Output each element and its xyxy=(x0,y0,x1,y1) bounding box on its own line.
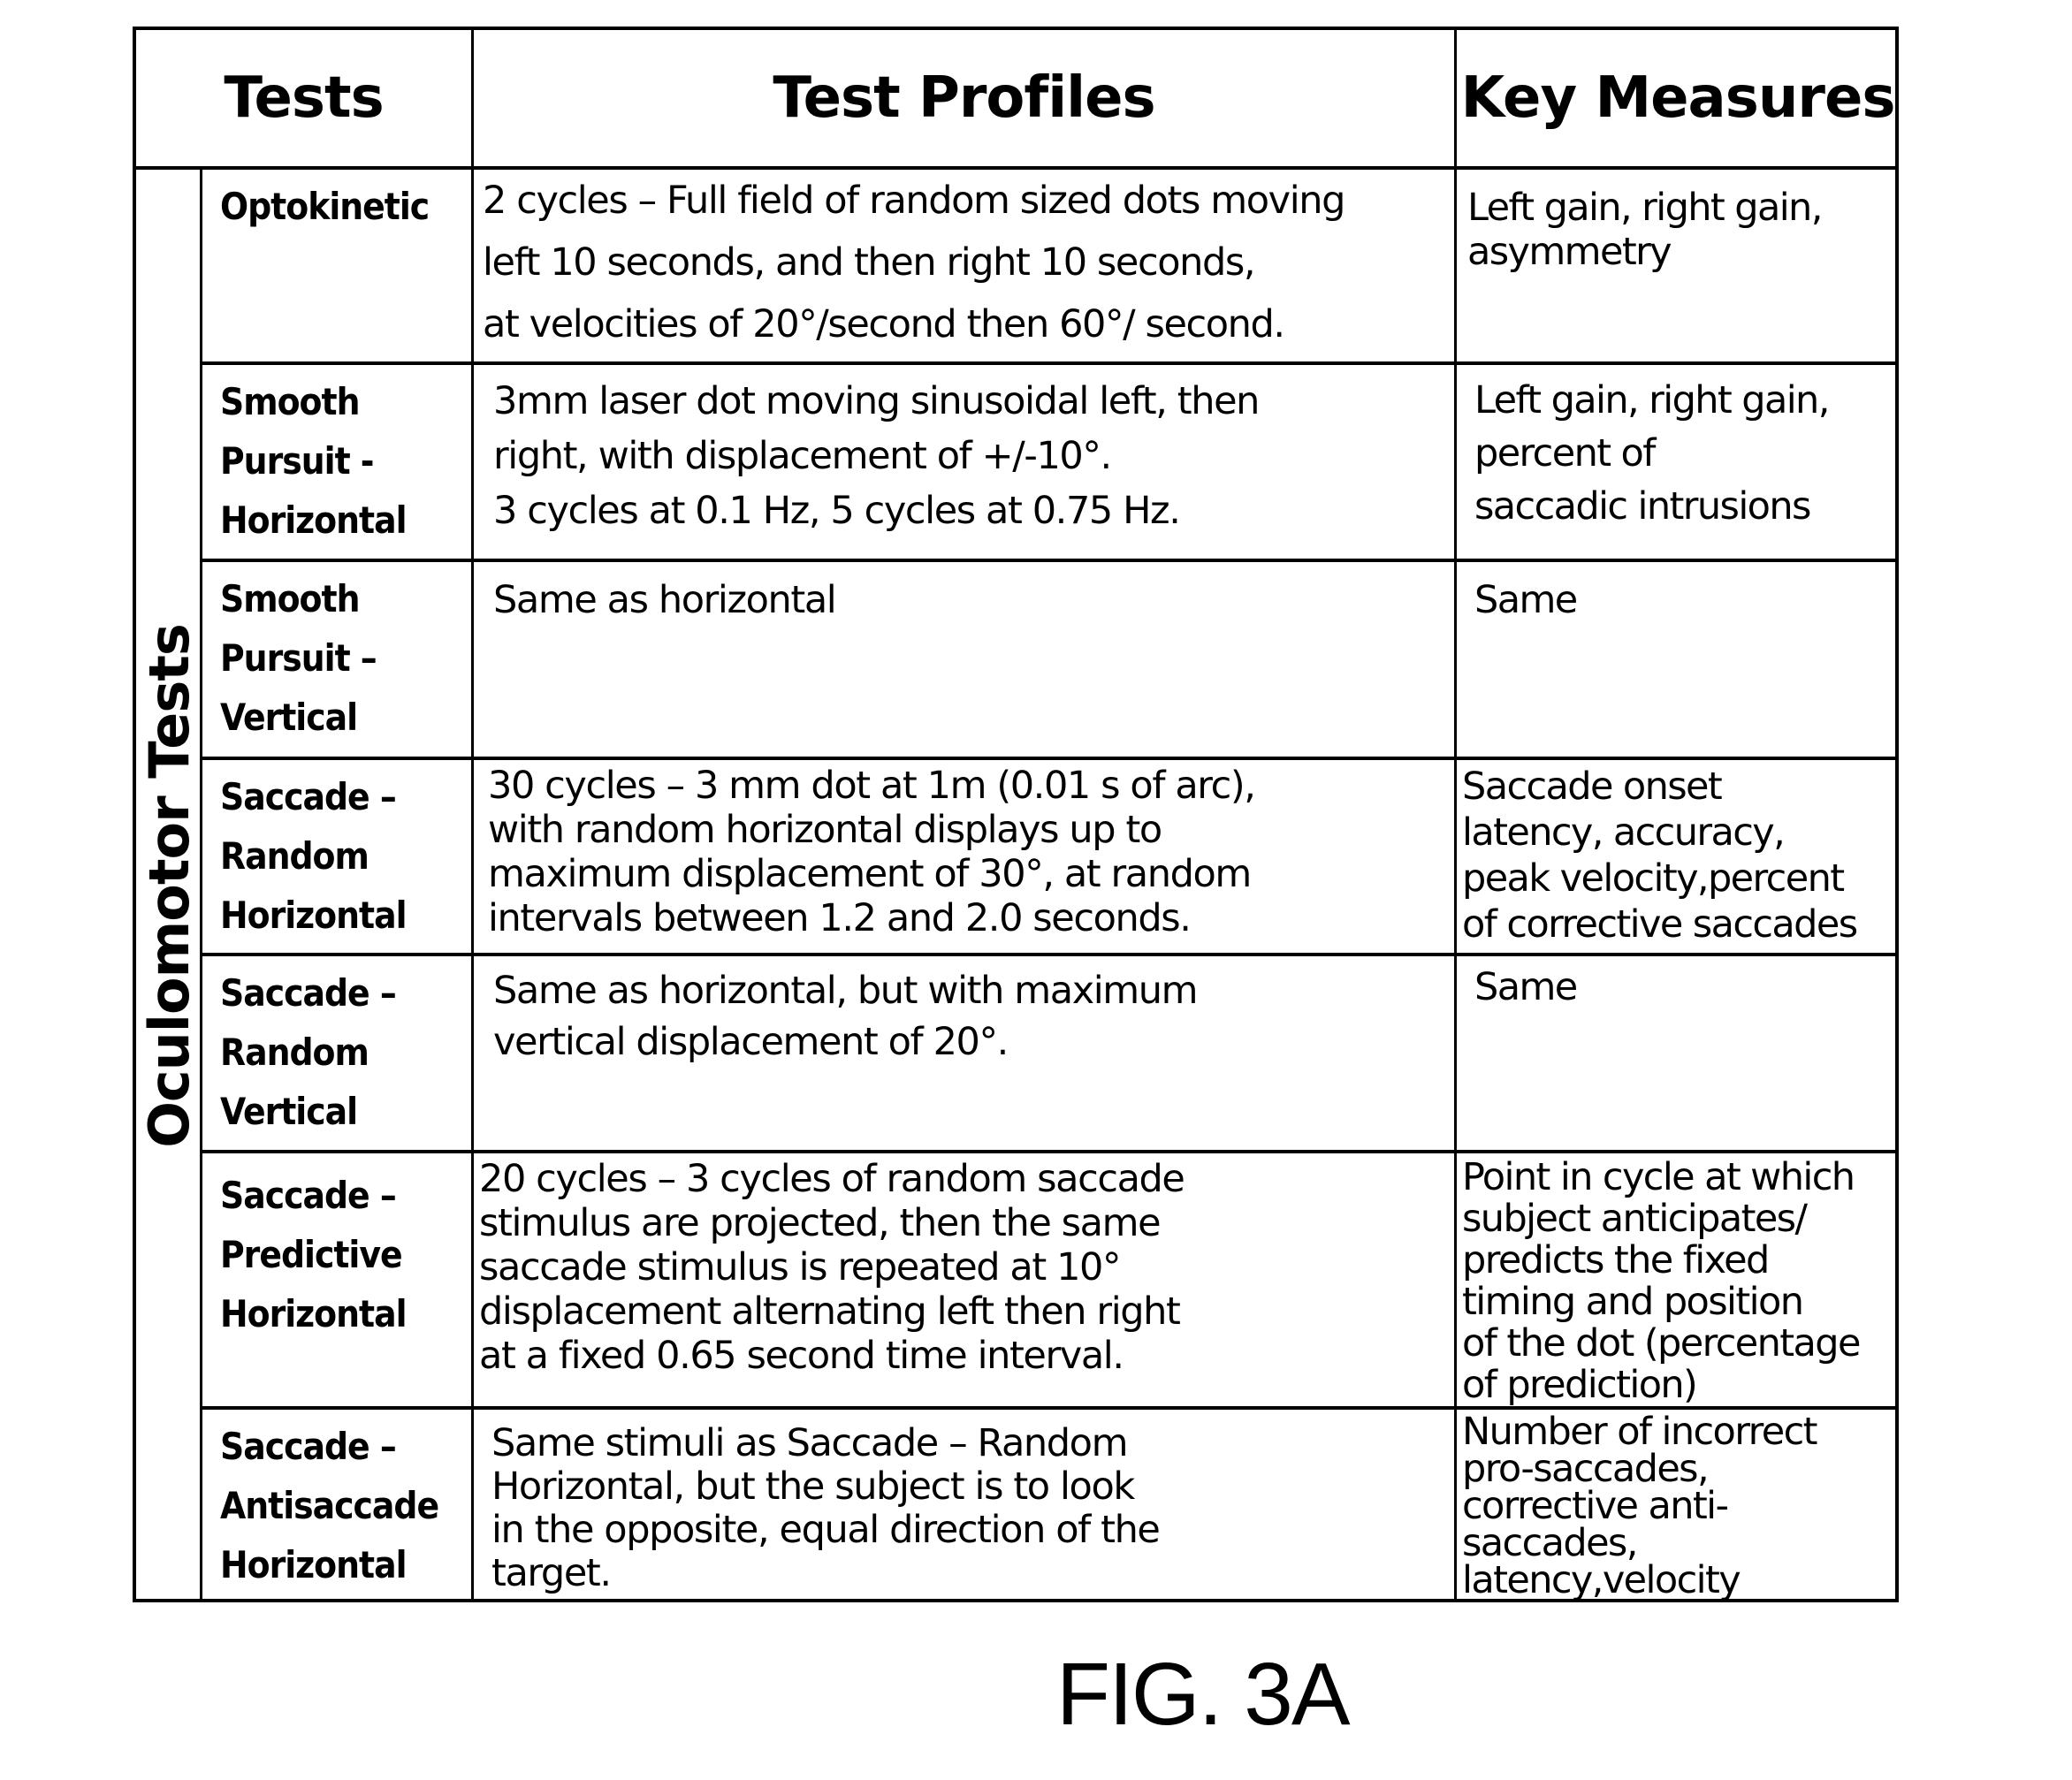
test-profile: Same as horizontal xyxy=(493,578,837,622)
header-key-measures: Key Measures xyxy=(1460,65,1896,131)
test-name: Smooth Pursuit – Vertical xyxy=(220,577,377,739)
test-profile: Same as horizontal, but with maximum ver… xyxy=(493,969,1199,1064)
test-name: Saccade – Random Vertical xyxy=(220,971,397,1133)
key-measures: Point in cycle at which subject anticipa… xyxy=(1462,1155,1861,1406)
key-measures: Number of incorrect pro-saccades, correc… xyxy=(1462,1410,1817,1602)
test-profile: 3mm laser dot moving sinusoidal left, th… xyxy=(493,379,1260,533)
test-name: Smooth Pursuit - Horizontal xyxy=(220,380,408,542)
key-measures: Left gain, right gain, asymmetry xyxy=(1467,186,1823,274)
key-measures: Saccade onset latency, accuracy, peak ve… xyxy=(1462,764,1858,947)
oculomotor-tests-table: Tests Test Profiles Key Measures Oculomo… xyxy=(133,27,1899,1602)
key-measures: Same xyxy=(1474,965,1578,1009)
test-profile: 2 cycles – Full field of random sized do… xyxy=(483,179,1345,346)
test-profile: Same stimuli as Saccade – Random Horizon… xyxy=(491,1421,1161,1595)
key-measures: Same xyxy=(1474,578,1578,622)
test-profile: 30 cycles – 3 mm dot at 1m (0.01 s of ar… xyxy=(488,764,1256,940)
test-name: Optokinetic xyxy=(220,185,430,228)
group-label-cell: Oculomotor Tests xyxy=(136,170,202,1602)
test-name: Saccade – Random Horizontal xyxy=(220,775,408,937)
group-label: Oculomotor Tests xyxy=(137,624,202,1148)
header-test-profiles: Test Profiles xyxy=(773,65,1155,131)
test-profile: 20 cycles – 3 cycles of random saccade s… xyxy=(479,1157,1185,1378)
test-name: Saccade – Predictive Horizontal xyxy=(220,1174,408,1335)
header-tests: Tests xyxy=(224,65,384,131)
test-name: Saccade – Antisaccade Horizontal xyxy=(220,1425,439,1586)
figure-label: FIG. 3A xyxy=(1056,1645,1351,1744)
key-measures: Left gain, right gain, percent of saccad… xyxy=(1474,378,1830,529)
